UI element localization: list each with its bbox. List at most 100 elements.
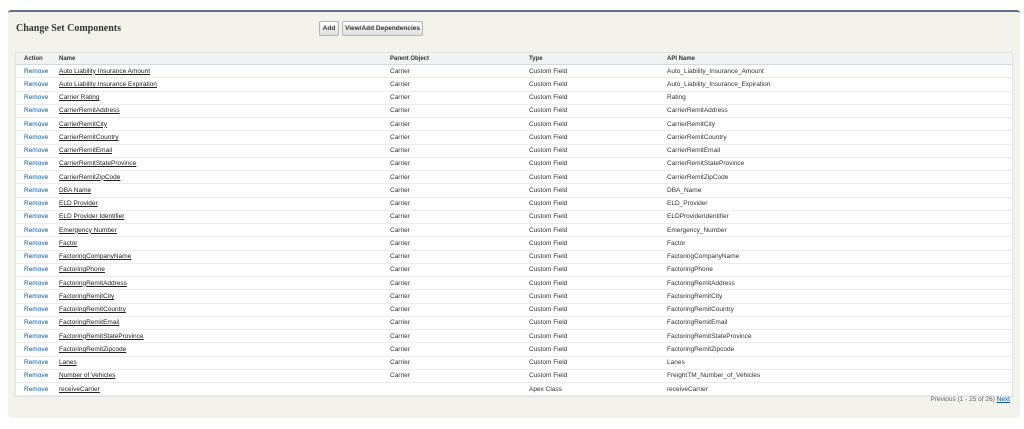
api-name-cell: FreightTM_Number_of_Vehicles [667, 372, 761, 380]
remove-link[interactable]: Remove [16, 306, 59, 313]
add-button[interactable]: Add [319, 21, 339, 36]
parent-object-cell: Carrier [390, 279, 410, 287]
remove-link[interactable]: Remove [16, 160, 59, 167]
component-name-link[interactable]: receiveCarrier [59, 386, 390, 393]
table-row: Remove CarrierRemitEmail Carrier Custom Fie… [16, 145, 1012, 158]
component-name-link[interactable]: CarrierRemitCountry [59, 134, 390, 141]
api-name-cell: receiveCarrier [667, 385, 708, 393]
remove-link[interactable]: Remove [16, 200, 59, 207]
parent-object-cell: Carrier [390, 359, 410, 367]
parent-object-cell: Carrier [390, 345, 410, 353]
component-name-link[interactable]: Auto Liability Insurance Amount [59, 68, 390, 75]
remove-link[interactable]: Remove [16, 81, 59, 88]
component-name-link[interactable]: Auto Liability Insurance Expiration [59, 81, 390, 88]
remove-link[interactable]: Remove [16, 280, 59, 287]
remove-link[interactable]: Remove [16, 107, 59, 114]
parent-object-cell: Carrier [390, 319, 410, 327]
api-name-cell: FactoringRemitEmail [667, 319, 728, 327]
header-name: Name [59, 55, 76, 62]
view-add-dependencies-button[interactable]: View/Add Dependencies [342, 21, 423, 36]
remove-link[interactable]: Remove [16, 187, 59, 194]
remove-link[interactable]: Remove [16, 266, 59, 273]
component-name-link[interactable]: FactoringPhone [59, 266, 390, 273]
component-name-link[interactable]: CarrierRemitZipCode [59, 174, 390, 181]
component-name-link[interactable]: CarrierRemitCity [59, 121, 390, 128]
table-row: Remove DBA Name Carrier Custom Field DBA_Nam… [16, 184, 1012, 198]
remove-link[interactable]: Remove [16, 319, 59, 326]
type-cell: Custom Field [529, 253, 568, 261]
remove-link[interactable]: Remove [16, 346, 59, 353]
component-name-link[interactable]: CarrierRemitAddress [59, 107, 390, 114]
remove-link[interactable]: Remove [16, 94, 59, 101]
remove-link[interactable]: Remove [16, 333, 59, 340]
type-cell: Custom Field [529, 345, 568, 353]
table-row: Remove FactoringRemitAddress Carrier Custom… [16, 277, 1012, 291]
remove-link[interactable]: Remove [16, 253, 59, 260]
component-name-link[interactable]: FactoringRemitEmail [59, 319, 390, 326]
remove-link[interactable]: Remove [16, 147, 59, 154]
type-cell: Custom Field [529, 107, 568, 115]
remove-link[interactable]: Remove [16, 227, 59, 234]
parent-object-cell: Carrier [390, 253, 410, 261]
remove-link[interactable]: Remove [16, 121, 59, 128]
component-name-link[interactable]: DBA Name [59, 187, 390, 194]
header-parent-object: Parent Object [390, 55, 430, 62]
parent-object-cell: Carrier [390, 67, 410, 75]
remove-link[interactable]: Remove [16, 359, 59, 366]
api-name-cell: CarrierRemitCity [667, 120, 716, 128]
api-name-cell: Auto_Liability_Insurance_Expiration [667, 80, 771, 88]
component-name-link[interactable]: FactoringRemitAddress [59, 280, 390, 287]
parent-object-cell: Carrier [390, 160, 410, 168]
parent-object-cell: Carrier [390, 332, 410, 340]
component-name-link[interactable]: ELD Provider [59, 200, 390, 207]
table-row: Remove FactoringCompanyName Carrier Custom … [16, 251, 1012, 264]
remove-link[interactable]: Remove [16, 68, 59, 75]
type-cell: Custom Field [529, 372, 568, 380]
component-name-link[interactable]: FactoringRemitCountry [59, 306, 390, 313]
table-header: Action Name Parent Object Type API Name [16, 53, 1012, 65]
type-cell: Custom Field [529, 120, 568, 128]
type-cell: Custom Field [529, 186, 568, 194]
parent-object-cell: Carrier [390, 80, 410, 88]
api-name-cell: ELDProviderIdentifier [667, 213, 729, 221]
component-name-link[interactable]: FactoringRemitStateProvince [59, 333, 390, 340]
pager-status: Previous (1 - 25 of 26) [930, 396, 995, 403]
remove-link[interactable]: Remove [16, 213, 59, 220]
api-name-cell: FactoringRemitCountry [667, 306, 734, 314]
type-cell: Custom Field [529, 147, 568, 155]
api-name-cell: FactoringRemitCity [667, 292, 723, 300]
table-row: Remove CarrierRemitZipCode Carrier Custom F… [16, 171, 1012, 185]
remove-link[interactable]: Remove [16, 134, 59, 141]
component-name-link[interactable]: CarrierRemitStateProvince [59, 160, 390, 167]
component-name-link[interactable]: FactoringCompanyName [59, 253, 390, 260]
component-name-link[interactable]: FactoringRemitCity [59, 293, 390, 300]
table-row: Remove CarrierRemitAddress Carrier Custom F… [16, 105, 1012, 118]
component-name-link[interactable]: Factor [59, 240, 390, 247]
type-cell: Custom Field [529, 200, 568, 208]
type-cell: Custom Field [529, 133, 568, 141]
component-name-link[interactable]: FactoringRemitZipcode [59, 346, 390, 353]
next-link[interactable]: Next [997, 396, 1010, 403]
remove-link[interactable]: Remove [16, 240, 59, 247]
remove-link[interactable]: Remove [16, 372, 59, 379]
component-name-link[interactable]: Carrier Rating [59, 94, 390, 101]
parent-object-cell: Carrier [390, 107, 410, 115]
component-name-link[interactable]: Number of Vehicles [59, 372, 390, 379]
component-name-link[interactable]: Emergency Number [59, 227, 390, 234]
remove-link[interactable]: Remove [16, 293, 59, 300]
type-cell: Custom Field [529, 319, 568, 327]
type-cell: Custom Field [529, 160, 568, 168]
api-name-cell: CarrierRemitZipCode [667, 173, 729, 181]
api-name-cell: ELD_Provider [667, 200, 708, 208]
component-name-link[interactable]: CarrierRemitEmail [59, 147, 390, 154]
parent-object-cell: Carrier [390, 120, 410, 128]
remove-link[interactable]: Remove [16, 386, 59, 393]
table-row: Remove Factor Carrier Custom Field Factor [16, 237, 1012, 251]
component-name-link[interactable]: ELD Provider Identifier [59, 213, 390, 220]
api-name-cell: FactoringCompanyName [667, 253, 740, 261]
component-name-link[interactable]: Lanes [59, 359, 390, 366]
parent-object-cell: Carrier [390, 200, 410, 208]
table-row: Remove CarrierRemitCity Carrier Custom Fiel… [16, 118, 1012, 132]
parent-object-cell: Carrier [390, 372, 410, 380]
remove-link[interactable]: Remove [16, 174, 59, 181]
